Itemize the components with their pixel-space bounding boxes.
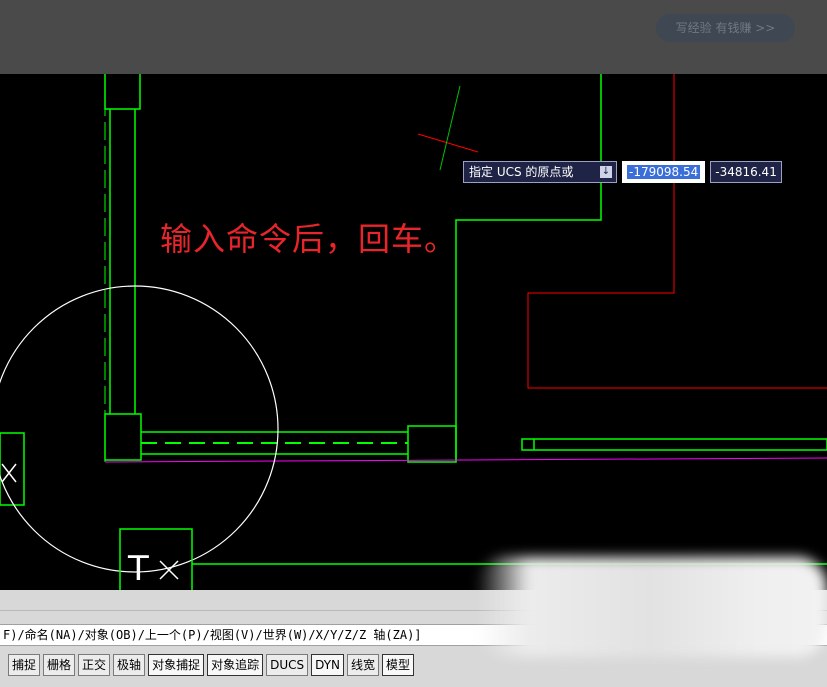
dynamic-prompt-text: 指定 UCS 的原点或 (469, 165, 574, 179)
otrack-toggle[interactable]: 对象追踪 (207, 653, 264, 676)
model-toggle[interactable]: 模型 (382, 653, 415, 676)
ortho-toggle[interactable]: 正交 (78, 653, 111, 676)
drawing-canvas[interactable]: T 输入命令后，回车。 指定 UCS 的原点或 ↓ -179098.54 -34… (0, 74, 827, 590)
dynamic-prompt[interactable]: 指定 UCS 的原点或 ↓ (463, 161, 617, 183)
column-top (104, 74, 141, 110)
instruction-annotation: 输入命令后，回车。 (160, 220, 458, 258)
x-coordinate-input[interactable]: -179098.54 (622, 161, 706, 183)
red-outline (527, 74, 827, 389)
x-coordinate-value: -179098.54 (627, 165, 701, 179)
magenta-line (104, 457, 827, 463)
lineweight-toggle[interactable]: 线宽 (347, 653, 380, 676)
y-coordinate-input[interactable]: -34816.41 (710, 161, 782, 183)
grid-toggle[interactable]: 栅格 (43, 653, 76, 676)
cad-drawing: T (0, 74, 827, 590)
ucs-green-axis (439, 85, 461, 171)
down-arrow-icon[interactable]: ↓ (600, 166, 612, 178)
write-experience-button[interactable]: 写经验 有钱赚 >> (656, 14, 795, 42)
canvas-text-label: T (127, 549, 149, 589)
top-bar: 写经验 有钱赚 >> (0, 0, 827, 74)
osnap-toggle[interactable]: 对象捕捉 (148, 653, 205, 676)
dyn-toggle[interactable]: DYN (311, 653, 345, 676)
column-right (407, 425, 457, 463)
column-bottom (104, 413, 142, 461)
ducs-toggle[interactable]: DUCS (266, 653, 309, 676)
polar-toggle[interactable]: 极轴 (113, 653, 146, 676)
right-strip (521, 438, 827, 451)
blurred-region (476, 557, 827, 657)
dynamic-input-tooltip: 指定 UCS 的原点或 ↓ -179098.54 -34816.41 (463, 161, 782, 183)
room-outline (455, 74, 602, 462)
snap-toggle[interactable]: 捕捉 (8, 653, 41, 676)
